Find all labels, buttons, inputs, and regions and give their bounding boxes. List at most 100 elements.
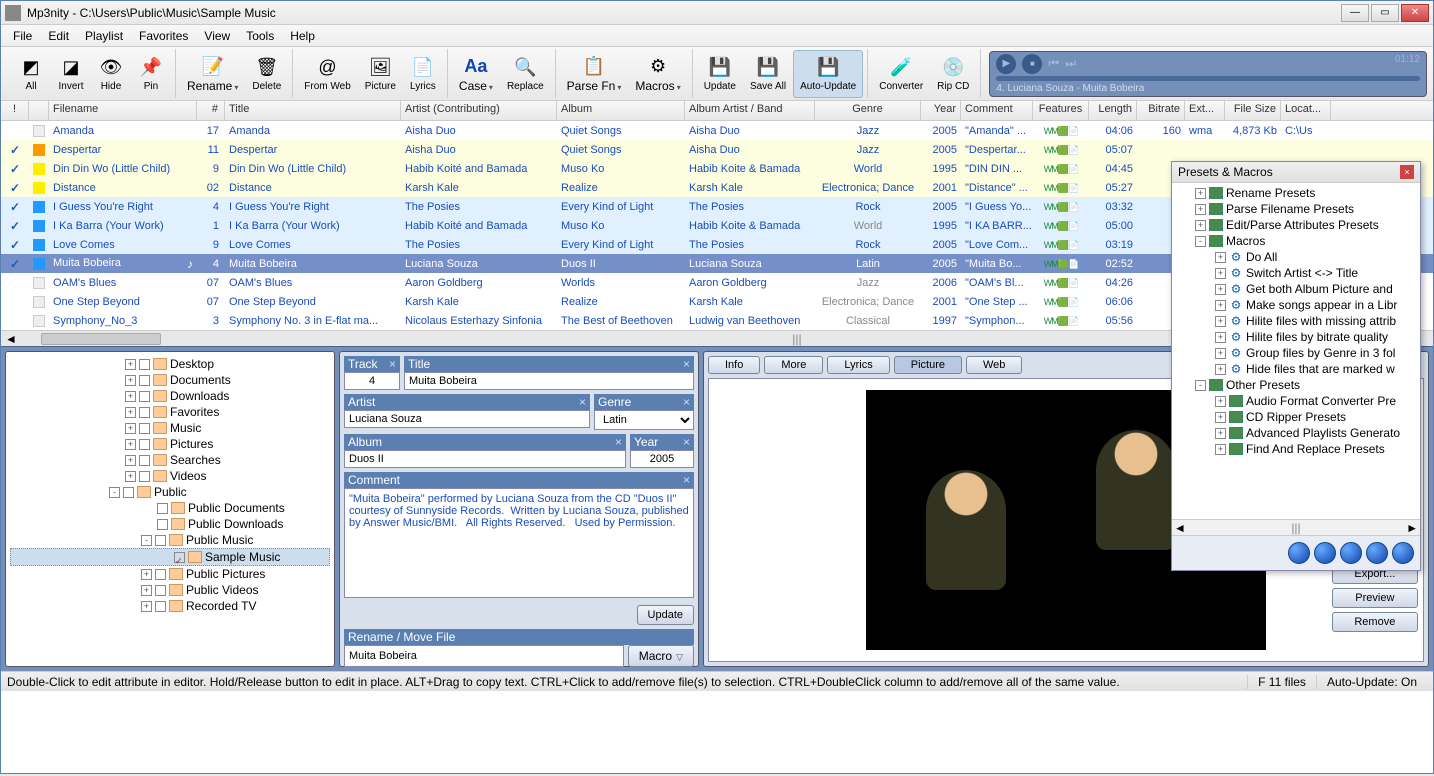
tree-checkbox[interactable] xyxy=(139,359,150,370)
ripcd-button[interactable]: 💿Rip CD xyxy=(930,50,976,98)
menu-file[interactable]: File xyxy=(5,26,40,46)
rename-input[interactable] xyxy=(344,645,624,667)
presets-close-button[interactable]: × xyxy=(1400,165,1414,179)
preset-node[interactable]: +Rename Presets xyxy=(1174,185,1418,201)
tree-expand-icon[interactable]: + xyxy=(125,471,136,482)
tree-checkbox[interactable] xyxy=(157,503,168,514)
tree-expand-icon[interactable]: + xyxy=(125,391,136,402)
tree-expand-icon[interactable]: + xyxy=(141,569,152,580)
tree-expand-icon[interactable]: + xyxy=(1215,300,1226,311)
tree-expand-icon[interactable]: - xyxy=(1195,380,1206,391)
tab-info[interactable]: Info xyxy=(708,356,760,374)
menu-favorites[interactable]: Favorites xyxy=(131,26,196,46)
pin-button[interactable]: 📌Pin xyxy=(131,50,171,98)
tree-expand-icon[interactable]: + xyxy=(1215,332,1226,343)
preset-action-5[interactable] xyxy=(1392,542,1414,564)
presets-hscroll[interactable]: ◄|||► xyxy=(1172,519,1420,535)
clear-album-icon[interactable]: × xyxy=(615,435,622,449)
preset-action-2[interactable] xyxy=(1314,542,1336,564)
tree-node[interactable]: -Public Music xyxy=(10,532,330,548)
tree-checkbox[interactable] xyxy=(155,569,166,580)
preset-node[interactable]: +Parse Filename Presets xyxy=(1174,201,1418,217)
tree-expand-icon[interactable]: + xyxy=(1195,220,1206,231)
preset-node[interactable]: +Find And Replace Presets xyxy=(1174,441,1418,457)
tree-expand-icon[interactable]: + xyxy=(1215,284,1226,295)
col-features[interactable]: Features xyxy=(1033,101,1089,120)
tab-web[interactable]: Web xyxy=(966,356,1022,374)
menu-view[interactable]: View xyxy=(196,26,238,46)
col-title[interactable]: Title xyxy=(225,101,401,120)
tree-checkbox[interactable] xyxy=(139,439,150,450)
tree-expand-icon[interactable]: + xyxy=(1215,268,1226,279)
preset-action-4[interactable] xyxy=(1366,542,1388,564)
table-row[interactable]: Amanda17AmandaAisha DuoQuiet SongsAisha … xyxy=(1,121,1433,140)
tree-expand-icon[interactable]: - xyxy=(1195,236,1206,247)
tree-expand-icon[interactable]: + xyxy=(1215,396,1226,407)
tree-node[interactable]: +Music xyxy=(10,420,330,436)
clear-comment-icon[interactable]: × xyxy=(683,473,690,487)
preset-node[interactable]: +⚙Hide files that are marked w xyxy=(1174,361,1418,377)
tree-node[interactable]: +Videos xyxy=(10,468,330,484)
converter-button[interactable]: 🧪Converter xyxy=(872,50,930,98)
close-button[interactable]: ✕ xyxy=(1401,4,1429,22)
tree-checkbox[interactable] xyxy=(139,391,150,402)
tree-checkbox[interactable] xyxy=(139,455,150,466)
tree-checkbox[interactable] xyxy=(139,471,150,482)
hide-button[interactable]: 👁Hide xyxy=(91,50,131,98)
tree-expand-icon[interactable]: + xyxy=(1215,412,1226,423)
preset-node[interactable]: +Advanced Playlists Generato xyxy=(1174,425,1418,441)
comment-textarea[interactable] xyxy=(344,488,694,598)
tree-expand-icon[interactable]: + xyxy=(125,359,136,370)
tree-node[interactable]: +Public Pictures xyxy=(10,566,330,582)
tree-expand-icon[interactable]: + xyxy=(1215,444,1226,455)
tree-checkbox[interactable] xyxy=(155,601,166,612)
all-button[interactable]: ◩All xyxy=(11,50,51,98)
minimize-button[interactable]: — xyxy=(1341,4,1369,22)
preset-node[interactable]: -Macros xyxy=(1174,233,1418,249)
col-bitrate[interactable]: Bitrate xyxy=(1137,101,1185,120)
table-row[interactable]: ✓Despertar11DespertarAisha DuoQuiet Song… xyxy=(1,140,1433,159)
preset-node[interactable]: +CD Ripper Presets xyxy=(1174,409,1418,425)
year-input[interactable] xyxy=(630,450,694,468)
tree-checkbox[interactable] xyxy=(123,487,134,498)
macros-button[interactable]: ⚙Macros▾ xyxy=(628,50,687,98)
genre-select[interactable]: Latin xyxy=(594,410,694,430)
tab-picture[interactable]: Picture xyxy=(894,356,962,374)
tree-node[interactable]: +Downloads xyxy=(10,388,330,404)
preset-node[interactable]: +Audio Format Converter Pre xyxy=(1174,393,1418,409)
col-tracknum[interactable]: # xyxy=(197,101,225,120)
editor-update-button[interactable]: Update xyxy=(637,605,694,625)
tree-expand-icon[interactable]: - xyxy=(141,535,152,546)
menu-help[interactable]: Help xyxy=(282,26,323,46)
tree-checkbox[interactable] xyxy=(139,407,150,418)
tree-checkbox[interactable] xyxy=(157,519,168,530)
col-length[interactable]: Length xyxy=(1089,101,1137,120)
preset-node[interactable]: +⚙Group files by Genre in 3 fol xyxy=(1174,345,1418,361)
preset-node[interactable]: +⚙Get both Album Picture and xyxy=(1174,281,1418,297)
saveall-button[interactable]: 💾Save All xyxy=(743,50,793,98)
tree-node[interactable]: +Recorded TV xyxy=(10,598,330,614)
col-filesize[interactable]: File Size xyxy=(1225,101,1281,120)
preset-node[interactable]: +⚙Switch Artist <-> Title xyxy=(1174,265,1418,281)
col-artist[interactable]: Artist (Contributing) xyxy=(401,101,557,120)
preview-button[interactable]: Preview xyxy=(1332,588,1418,608)
title-input[interactable] xyxy=(404,372,694,390)
tree-expand-icon[interactable]: + xyxy=(141,585,152,596)
track-input[interactable] xyxy=(344,372,400,390)
preset-action-3[interactable] xyxy=(1340,542,1362,564)
tree-expand-icon[interactable]: + xyxy=(1195,204,1206,215)
col-filename[interactable]: Filename xyxy=(49,101,197,120)
col-comment[interactable]: Comment xyxy=(961,101,1033,120)
tree-expand-icon[interactable]: + xyxy=(1215,348,1226,359)
autoupdate-button[interactable]: 💾Auto-Update xyxy=(793,50,863,98)
preset-node[interactable]: +⚙Make songs appear in a Libr xyxy=(1174,297,1418,313)
tree-checkbox[interactable] xyxy=(155,535,166,546)
tab-lyrics[interactable]: Lyrics xyxy=(827,356,889,374)
fromweb-button[interactable]: @From Web xyxy=(297,50,358,98)
preset-node[interactable]: +⚙Hilite files with missing attrib xyxy=(1174,313,1418,329)
clear-genre-icon[interactable]: × xyxy=(683,395,690,409)
case-button[interactable]: AaCase▾ xyxy=(452,50,500,98)
tree-checkbox[interactable] xyxy=(139,375,150,386)
tree-node[interactable]: -Public xyxy=(10,484,330,500)
tree-expand-icon[interactable]: + xyxy=(1215,364,1226,375)
